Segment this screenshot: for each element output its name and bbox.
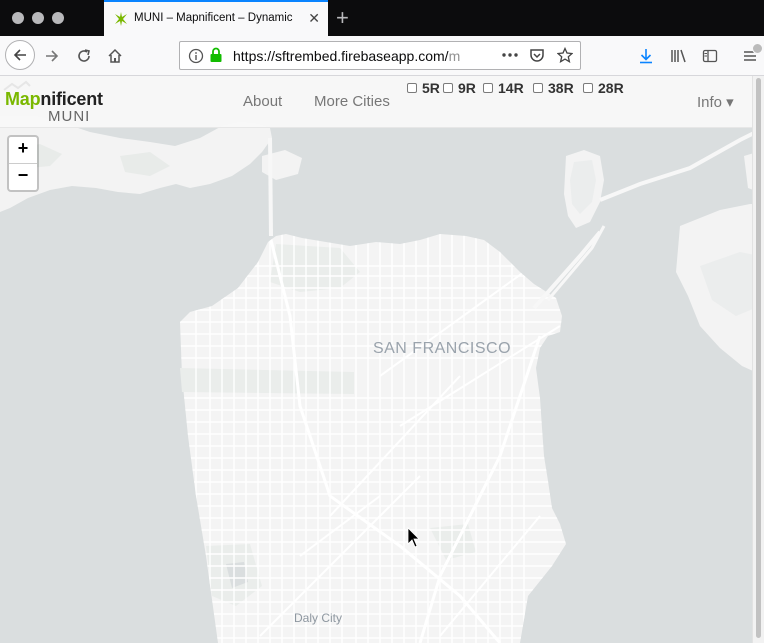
route-label: 14R <box>498 80 524 96</box>
library-button[interactable] <box>665 42 693 70</box>
tab-title: MUNI – Mapnificent – Dynamic <box>134 12 293 24</box>
page-actions-icon[interactable] <box>501 46 519 67</box>
zoom-control: + − <box>7 135 39 192</box>
maximize-window-button[interactable] <box>52 12 64 24</box>
route-toggle-28r[interactable]: 28R <box>583 80 624 96</box>
page-viewport: SAN FRANCISCO Daly City Mapnificent MUNI… <box>0 76 764 643</box>
browser-tab-active[interactable]: MUNI – Mapnificent – Dynamic ✕ <box>104 0 328 36</box>
home-button[interactable] <box>101 42 129 70</box>
menu-button[interactable] <box>736 42 764 70</box>
route-toggle-14r[interactable]: 14R <box>483 80 524 96</box>
url-faded: m <box>448 48 461 64</box>
new-tab-button[interactable]: + <box>336 5 349 31</box>
route-toggle-38r[interactable]: 38R <box>533 80 574 96</box>
url-text[interactable]: https://sftrembed.firebaseapp.com/m <box>233 48 463 64</box>
brand-suffix: nificent <box>40 89 103 109</box>
home-icon <box>108 48 122 63</box>
route-checkbox[interactable] <box>583 83 593 93</box>
close-window-button[interactable] <box>12 12 24 24</box>
lock-icon[interactable] <box>209 47 223 68</box>
map-label-daly-city: Daly City <box>294 611 342 625</box>
info-icon[interactable] <box>188 48 204 69</box>
route-checkbox[interactable] <box>533 83 543 93</box>
route-checkbox[interactable] <box>407 83 417 93</box>
browser-tab-bar: MUNI – Mapnificent – Dynamic ✕ + <box>0 0 764 36</box>
nav-link-more-cities[interactable]: More Cities <box>314 93 390 110</box>
route-label: 9R <box>458 80 476 96</box>
nav-link-about[interactable]: About <box>243 93 282 110</box>
site-favicon-icon <box>113 11 129 32</box>
map-label-san-francisco: SAN FRANCISCO <box>373 340 511 357</box>
map-canvas[interactable]: SAN FRANCISCO Daly City <box>0 76 764 643</box>
golden-gate-bridge <box>268 137 273 237</box>
route-toggle-5r[interactable]: 5R <box>407 80 440 96</box>
brand-city: MUNI <box>48 108 91 125</box>
downloads-button[interactable] <box>632 42 660 70</box>
scrollbar-thumb[interactable] <box>756 78 761 638</box>
route-toggle-9r[interactable]: 9R <box>443 80 476 96</box>
route-label: 5R <box>422 80 440 96</box>
route-label: 28R <box>598 80 624 96</box>
back-button[interactable] <box>5 40 35 70</box>
forward-arrow-icon <box>46 50 59 62</box>
brand-prefix: Map <box>5 89 41 109</box>
browser-nav-bar: https://sftrembed.firebaseapp.com/m <box>0 36 764 76</box>
nav-dropdown-info[interactable]: Info ▾ <box>697 93 734 111</box>
back-arrow-icon <box>13 49 26 61</box>
url-bar[interactable]: https://sftrembed.firebaseapp.com/m <box>179 41 581 70</box>
sidebar-button[interactable] <box>696 42 724 70</box>
tab-close-icon[interactable]: ✕ <box>308 10 320 27</box>
forward-button[interactable] <box>38 42 66 70</box>
site-navbar: Mapnificent MUNI About More Cities 5R 9R… <box>0 76 752 128</box>
library-icon <box>671 49 686 63</box>
page-scrollbar[interactable] <box>752 76 764 643</box>
url-main: https://sftrembed.firebaseapp.com/ <box>233 48 449 64</box>
golden-gate-park <box>180 368 354 394</box>
update-badge-icon <box>752 43 763 54</box>
reload-icon <box>78 49 90 62</box>
zoom-out-button[interactable]: − <box>9 163 37 190</box>
download-icon <box>640 49 652 64</box>
minimize-window-button[interactable] <box>32 12 44 24</box>
route-label: 38R <box>548 80 574 96</box>
reload-button[interactable] <box>70 42 98 70</box>
zoom-in-button[interactable]: + <box>9 137 37 163</box>
route-checkbox[interactable] <box>443 83 453 93</box>
bookmark-star-icon[interactable] <box>556 46 574 68</box>
brand-name: Mapnificent <box>5 89 103 110</box>
pocket-icon[interactable] <box>529 47 545 68</box>
route-checkbox[interactable] <box>483 83 493 93</box>
sidebar-icon <box>702 49 718 63</box>
